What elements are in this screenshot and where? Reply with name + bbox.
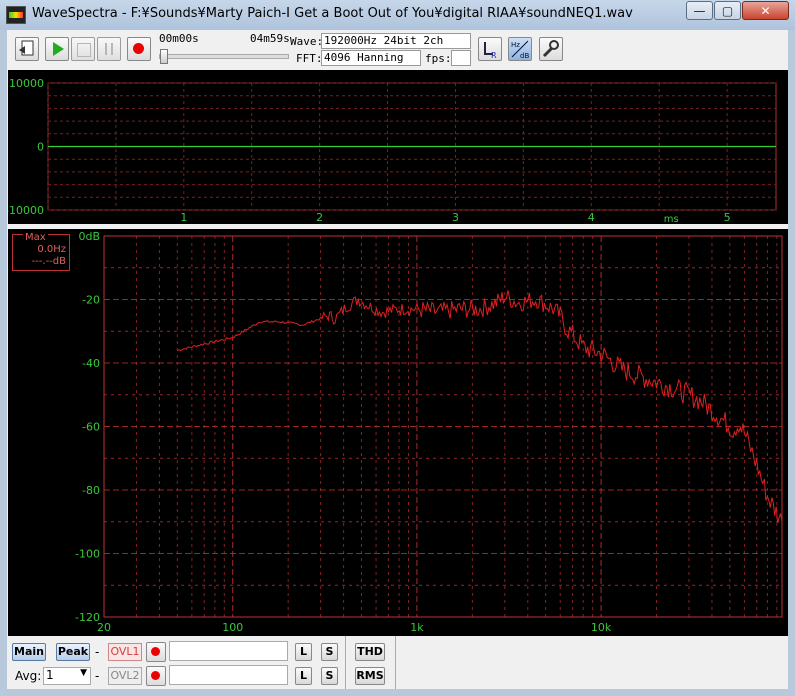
record-level-1-button[interactable] xyxy=(146,642,166,662)
record-icon xyxy=(133,43,144,54)
x-tick-label: 2 xyxy=(316,211,323,224)
y-tick-label: -40 xyxy=(82,357,100,370)
dash-1: - xyxy=(95,645,100,659)
pause-icon xyxy=(105,43,113,55)
lr-channel-icon: R xyxy=(484,42,497,60)
pause-button[interactable] xyxy=(97,37,121,61)
svg-text:dB: dB xyxy=(520,52,529,60)
ovl1-indicator: OVL1 xyxy=(108,643,142,661)
peak-button[interactable]: Peak xyxy=(56,643,90,661)
level-meter-1 xyxy=(169,641,288,661)
freq-scale-button[interactable]: Hz dB xyxy=(508,37,532,61)
seek-slider[interactable] xyxy=(159,49,289,64)
waveform-plot: 10000 0 -10000 1 2 3 4 5 ms xyxy=(5,77,777,225)
y-tick-label: -20 xyxy=(82,294,100,307)
avg-select[interactable]: 1 ▼ xyxy=(43,667,91,685)
x-tick-label: 10k xyxy=(591,621,612,634)
spectrum-plot: 0dB-20-40-60-80-100-12020 100 1k 10k xyxy=(75,230,783,634)
time-end: 04m59s xyxy=(250,32,290,45)
y-tick-label: -60 xyxy=(82,421,100,434)
record-button[interactable] xyxy=(127,37,151,61)
y-tick-label: 10000 xyxy=(9,77,44,90)
x-tick-label: 1 xyxy=(180,211,187,224)
wrench-icon xyxy=(542,40,559,58)
title-bar[interactable]: WaveSpectra - F:¥Sounds¥Marty Paich-I Ge… xyxy=(0,0,795,30)
time-start: 00m00s xyxy=(159,32,199,45)
separator xyxy=(395,636,396,689)
bottom-controls: Main Peak - OVL1 L S THD Avg: 1 ▼ - OVL2… xyxy=(7,636,788,689)
lr-channel-button[interactable]: R xyxy=(478,37,502,61)
avg-label: Avg: xyxy=(15,669,42,683)
waveform-scope[interactable]: 10000 0 -10000 1 2 3 4 5 ms xyxy=(5,70,788,225)
x-unit-label: ms xyxy=(664,214,679,224)
avg-value: 1 xyxy=(46,668,54,682)
app-icon xyxy=(6,6,26,24)
peak-readout-box: Max 0.0Hz ---.--dB xyxy=(12,232,70,271)
x-tick-label: 5 xyxy=(724,211,731,224)
y-tick-label: -80 xyxy=(82,484,100,497)
separator xyxy=(345,636,346,689)
x-tick-label: 100 xyxy=(222,621,243,634)
svg-text:Hz: Hz xyxy=(511,41,520,49)
hz-db-icon: HzdB xyxy=(511,40,529,60)
stop-button[interactable] xyxy=(71,37,95,61)
s-button-2[interactable]: S xyxy=(321,667,338,685)
chevron-down-icon: ▼ xyxy=(80,668,87,678)
fft-label: FFT: xyxy=(296,52,323,65)
wave-format-field: 192000Hz 24bit 2ch xyxy=(321,33,471,49)
dash-2: - xyxy=(95,669,100,683)
fft-setting-field: 4096 Hanning xyxy=(321,50,421,66)
toolbar: 00m00s 04m59s Wave: 192000Hz 24bit 2ch F… xyxy=(7,30,788,68)
wave-label: Wave: xyxy=(290,35,324,48)
minimize-button[interactable]: — xyxy=(686,1,713,20)
fps-label: fps: xyxy=(425,52,452,65)
record-level-2-button[interactable] xyxy=(146,666,166,686)
play-button[interactable] xyxy=(45,37,69,61)
x-tick-label: 1k xyxy=(410,621,424,634)
x-tick-label: 3 xyxy=(452,211,459,224)
close-button[interactable]: ✕ xyxy=(742,1,789,20)
y-tick-label: -10000 xyxy=(8,204,44,217)
l-button-1[interactable]: L xyxy=(295,643,312,661)
thd-button[interactable]: THD xyxy=(355,643,385,661)
record-icon xyxy=(151,647,160,656)
x-tick-label: 4 xyxy=(588,211,595,224)
peak-level: ---.--dB xyxy=(31,256,66,267)
window-title: WaveSpectra - F:¥Sounds¥Marty Paich-I Ge… xyxy=(32,6,633,21)
y-tick-label: 0dB xyxy=(78,230,100,243)
svg-text:R: R xyxy=(491,51,497,60)
play-icon xyxy=(53,42,64,56)
maximize-button[interactable]: ▢ xyxy=(714,1,741,20)
main-button[interactable]: Main xyxy=(12,643,46,661)
record-icon xyxy=(151,671,160,680)
open-file-button[interactable] xyxy=(15,37,39,61)
peak-frequency: 0.0Hz xyxy=(37,244,66,255)
level-meter-2 xyxy=(169,665,288,685)
y-tick-label: 0 xyxy=(37,141,44,154)
fps-field xyxy=(451,50,471,66)
peak-readout-title: Max xyxy=(23,232,48,243)
ovl2-indicator: OVL2 xyxy=(108,667,142,685)
spectrum-trace xyxy=(177,290,783,524)
spectrum-scope[interactable]: 0dB -20 -40 -60 -80 -100 -120 20 100 1k 10k Max 0.… xyxy=(8,229,788,636)
l-button-2[interactable]: L xyxy=(295,667,312,685)
client-area: 00m00s 04m59s Wave: 192000Hz 24bit 2ch F… xyxy=(5,30,788,689)
settings-button[interactable] xyxy=(539,37,563,61)
rms-button[interactable]: RMS xyxy=(355,667,385,685)
seek-thumb[interactable] xyxy=(160,49,168,64)
open-file-icon xyxy=(19,40,34,56)
y-tick-label: -100 xyxy=(75,548,100,561)
stop-icon xyxy=(77,43,91,57)
s-button-1[interactable]: S xyxy=(321,643,338,661)
x-tick-label: 20 xyxy=(97,621,111,634)
